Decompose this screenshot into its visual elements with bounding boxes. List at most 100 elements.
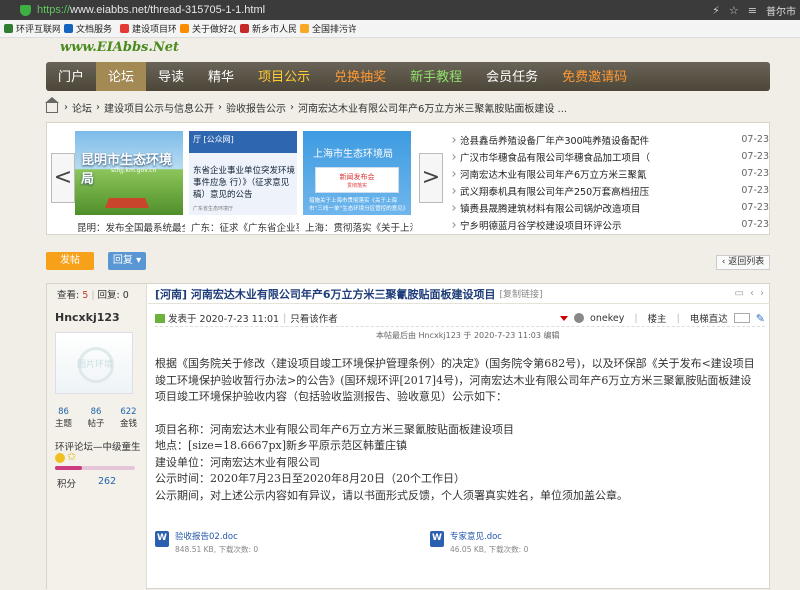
- avatar-watermark: 图片环境: [76, 360, 113, 370]
- author-name[interactable]: Hncxkj123: [55, 311, 120, 324]
- url-scheme: https://: [37, 4, 71, 16]
- nav-item[interactable]: 项目公示: [246, 62, 322, 91]
- online-badge-icon: [155, 313, 165, 323]
- author-stat[interactable]: 622 金钱: [120, 407, 137, 429]
- slide-title: 上海市生态环境局: [313, 149, 393, 160]
- level-progress-fill: [55, 466, 83, 470]
- avatar[interactable]: 图片环境: [55, 332, 133, 394]
- url-path: www.eiabbs.net/thread-315705-1-1.html: [70, 4, 266, 16]
- author-stat[interactable]: 86 帖子: [87, 407, 104, 429]
- news-date: 07-23: [741, 202, 769, 213]
- attachment-name[interactable]: 专家意见.doc: [450, 530, 502, 542]
- slide-box-line: 新闻发布会: [339, 173, 375, 181]
- thread-stats: 查看: 5 | 回复: 0: [57, 290, 129, 301]
- post-meta: 发表于 2020-7-23 11:01 | 只看该作者 onekey | 楼主 …: [155, 311, 765, 325]
- news-item[interactable]: 广汉市华穗食品有限公司华穗食品加工项目（ 07-23: [450, 148, 769, 165]
- bookmark-label: 建设项目环: [132, 24, 177, 34]
- post-line: 地点：[size=18.6667px]新乡平原示范区韩董庄镇: [155, 439, 407, 452]
- bookmark-favicon-icon: [240, 24, 250, 33]
- pen-icon[interactable]: ✎: [756, 312, 765, 325]
- onekey-link[interactable]: onekey: [590, 313, 624, 324]
- post-details: 项目名称：河南宏达木业有限公司年产6万立方米三聚氰胺贴面板建设项目 地点：[siz…: [155, 422, 755, 505]
- news-item[interactable]: 沧县鑫岳养殖设备厂年产300吨养殖设备配件 07-23: [450, 131, 769, 148]
- news-title[interactable]: 武义翔泰机具有限公司年产250万套高档扭压: [460, 184, 730, 198]
- bookmark-item[interactable]: 关于做好2(: [176, 20, 236, 38]
- slide-thumb-guangdong[interactable]: 厅 [公众网] 东省企业事业单位突发环境事件应急 行）》（征求意见稿）意见的公告…: [189, 131, 297, 215]
- news-title[interactable]: 镇赉县晟腾建筑材料有限公司锅炉改造项目: [460, 201, 730, 215]
- news-item[interactable]: 武义翔泰机具有限公司年产250万套高档扭压 07-23: [450, 182, 769, 199]
- copy-link[interactable]: [复制链接]: [500, 287, 543, 300]
- breadcrumb-item[interactable]: 河南宏达木业有限公司年产6万立方米三聚氰胺贴面板建设 ...: [298, 100, 567, 115]
- news-item[interactable]: 河南宏达木业有限公司年产6万立方米三聚氰 07-23: [450, 165, 769, 182]
- slide-caption[interactable]: 广东：征求《广东省企业事: [191, 220, 299, 234]
- floor-input[interactable]: [733, 313, 750, 323]
- bookmark-label: 全国排污许: [312, 24, 357, 34]
- bookmark-item[interactable]: 文档服务: [60, 20, 116, 38]
- slide-caption[interactable]: 昆明：发布全国最系统最全: [77, 220, 185, 234]
- bookmark-item[interactable]: 新乡市人民: [236, 20, 296, 38]
- breadcrumb-item[interactable]: 验收报告公示: [226, 100, 286, 115]
- separator: |: [676, 312, 680, 324]
- bookmark-favicon-icon: [4, 24, 13, 33]
- nav-item[interactable]: 论坛: [96, 62, 147, 91]
- slide-caption[interactable]: 上海：贯彻落实《关于上海: [305, 220, 413, 234]
- news-date: 07-23: [741, 219, 769, 230]
- bookmark-favicon-icon: [180, 24, 190, 33]
- bookmark-label: 关于做好2(: [192, 24, 237, 34]
- breadcrumb-item[interactable]: 论坛: [72, 100, 92, 115]
- next-thread-icon[interactable]: ›: [760, 288, 764, 299]
- back-to-list-button[interactable]: ‹ 返回列表: [716, 255, 770, 270]
- post-button[interactable]: 发帖: [46, 252, 94, 270]
- star-icon[interactable]: ☆: [729, 4, 739, 17]
- bookmark-favicon-icon: [300, 24, 310, 33]
- word-doc-icon: [155, 531, 169, 547]
- news-item[interactable]: 镇赉县晟腾建筑材料有限公司锅炉改造项目 07-23: [450, 199, 769, 216]
- slide-thumb-shanghai[interactable]: 上海市生态环境局 新闻发布会 贯彻落实 措施关于上海市贯彻落实《关于上海市“三线…: [303, 131, 411, 215]
- menu-icon[interactable]: ≡: [748, 4, 757, 17]
- points-label: 积分: [57, 479, 77, 490]
- nav-item[interactable]: 会员任务: [474, 62, 550, 91]
- news-title[interactable]: 沧县鑫岳养殖设备厂年产300吨养殖设备配件: [460, 133, 730, 147]
- news-title[interactable]: 宁乡明德蓝月谷学校建设项目环评公示: [460, 218, 730, 232]
- lightning-icon[interactable]: ⚡: [712, 4, 720, 17]
- slide-thumb-kunming[interactable]: 昆明市生态环境局 sthjj.km.gov.cn: [75, 131, 183, 215]
- nav-item[interactable]: 免费邀请码: [550, 62, 639, 91]
- attachment-name[interactable]: 验收报告02.doc: [175, 530, 238, 542]
- stat-label: 帖子: [87, 419, 105, 429]
- stat-value: 86: [58, 407, 69, 417]
- prev-thread-icon[interactable]: ‹: [750, 288, 754, 299]
- only-author-link[interactable]: 只看该作者: [290, 311, 338, 325]
- breadcrumb-separator: ›: [64, 102, 68, 113]
- address-bar[interactable]: https://www.eiabbs.net/thread-315705-1-1…: [37, 4, 265, 16]
- bookmark-item[interactable]: 环评互联网: [0, 20, 60, 38]
- post-line: 建设单位：河南宏达木业有限公司: [155, 455, 320, 469]
- news-title[interactable]: 河南宏达木业有限公司年产6万立方米三聚氰: [460, 167, 730, 181]
- bookmark-item[interactable]: 全国排污许: [296, 20, 356, 38]
- reply-button[interactable]: 回复 ▾: [108, 252, 146, 270]
- author-stat[interactable]: 86 主题: [55, 407, 72, 429]
- breadcrumb-item[interactable]: 建设项目公示与信息公开: [104, 100, 214, 115]
- slide-footer: 措施关于上海市贯彻落实《关于上海市“三线一单”生态环境分区管控的意见》: [309, 198, 409, 212]
- user-account[interactable]: 普尔市: [766, 3, 796, 18]
- news-list: 沧县鑫岳养殖设备厂年产300吨养殖设备配件 07-23 广汉市华穗食品有限公司华穗食…: [450, 131, 769, 233]
- print-icon[interactable]: ▭: [735, 288, 744, 299]
- nav-item[interactable]: 导读: [146, 62, 196, 91]
- nav-item[interactable]: 兑换抽奖: [322, 62, 398, 91]
- slider-next-button[interactable]: >: [419, 153, 443, 203]
- nav-item[interactable]: 精华: [196, 62, 246, 91]
- site-logo[interactable]: www.EIAbbs.Net: [60, 40, 179, 55]
- post-body: 根据《国务院关于修改〈建设项目竣工环境保护管理条例〉的决定》(国务院令第682号…: [155, 356, 755, 504]
- news-item[interactable]: 宁乡明德蓝月谷学校建设项目环评公示 07-23: [450, 216, 769, 233]
- breadcrumb-separator: ›: [218, 102, 222, 113]
- author-column: 查看: 5 | 回复: 0 Hncxkj123 图片环境 86 主题 86 帖子 622…: [47, 284, 147, 590]
- nav-item[interactable]: 新手教程: [398, 62, 474, 91]
- breadcrumb-separator: ›: [290, 102, 294, 113]
- bookmarks-bar: 环评互联网 文档服务 建设项目环 关于做好2(新乡市人民 全国排污许: [0, 20, 800, 38]
- bookmark-item[interactable]: 建设项目环: [116, 20, 176, 38]
- home-icon[interactable]: [45, 96, 59, 113]
- secure-shield-icon: [20, 4, 31, 16]
- onekey-icon: [574, 313, 585, 323]
- nav-item[interactable]: 门户: [46, 62, 96, 91]
- news-title[interactable]: 广汉市华穗食品有限公司华穗食品加工项目（: [460, 150, 730, 164]
- slider-prev-button[interactable]: <: [51, 153, 75, 203]
